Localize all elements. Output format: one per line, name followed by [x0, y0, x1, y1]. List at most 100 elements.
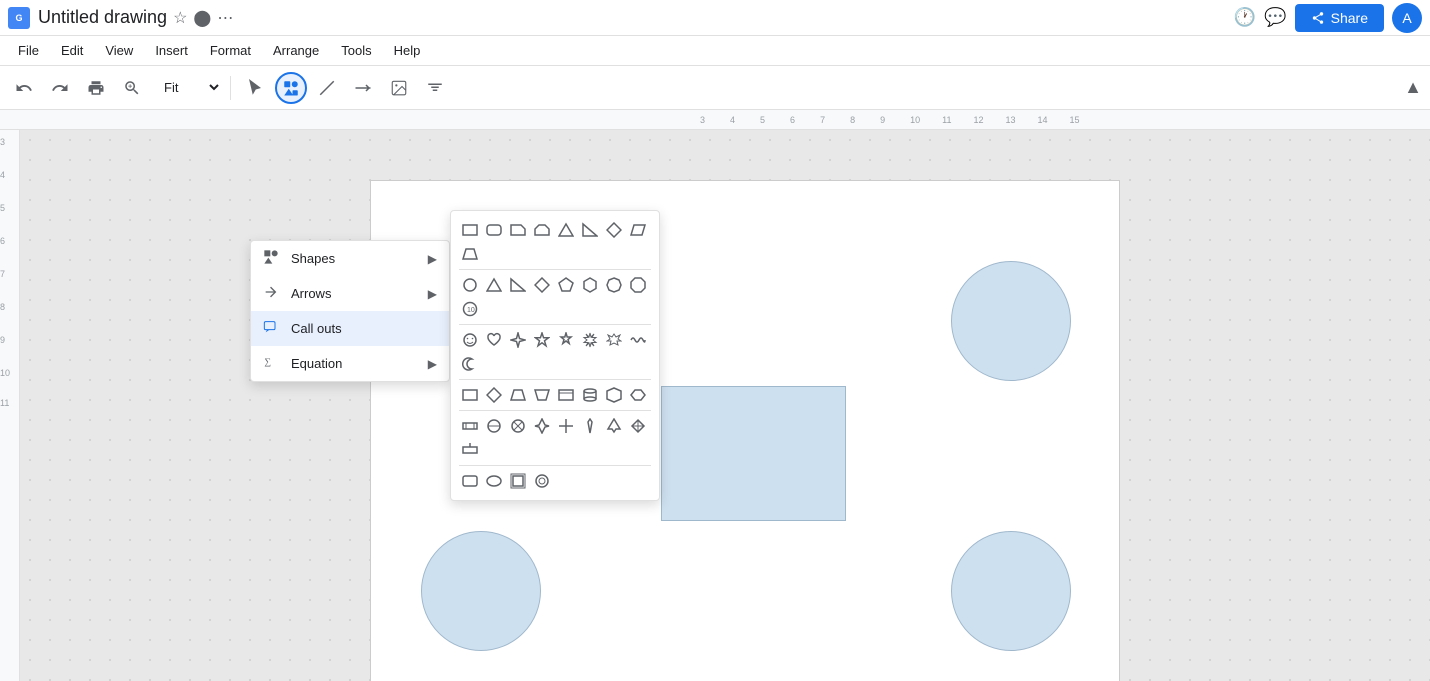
shape-last2-btn[interactable]	[483, 470, 505, 492]
dropdown-shapes[interactable]: Shapes ▶	[251, 241, 449, 276]
shapes-divider-5	[459, 465, 651, 466]
shape-diam2-btn[interactable]	[531, 274, 553, 296]
shape-trapezoid-btn[interactable]	[459, 243, 481, 265]
app-icon: G	[8, 7, 30, 29]
titlebar: G Untitled drawing ☆ ⬤ ⋯ 🕐 💬 Share A	[0, 0, 1430, 36]
shape-last1-btn[interactable]	[459, 470, 481, 492]
shape-heart-btn[interactable]	[483, 329, 505, 351]
shape-triangle-btn[interactable]	[555, 219, 577, 241]
avatar[interactable]: A	[1392, 3, 1422, 33]
shape-circle-br[interactable]	[951, 531, 1071, 651]
shape-star5-btn[interactable]	[531, 329, 553, 351]
menu-file[interactable]: File	[8, 39, 49, 62]
shape-snip2-btn[interactable]	[531, 219, 553, 241]
shape-extra1-btn[interactable]	[459, 415, 481, 437]
shape-penta-btn[interactable]	[555, 274, 577, 296]
star-icon[interactable]: ☆	[173, 8, 187, 28]
ruler: 3 4 5 6 7 8 9 10 11 12 13 14 15	[0, 110, 1430, 130]
shape-flow3-btn[interactable]	[507, 384, 529, 406]
canvas-area[interactable]: Shapes ▶ Arrows ▶ Call outs	[20, 130, 1430, 681]
menu-format[interactable]: Format	[200, 39, 261, 62]
chat-icon[interactable]: 💬	[1264, 7, 1286, 28]
shape-deca-btn[interactable]: 10	[459, 298, 481, 320]
shape-star4-btn[interactable]	[507, 329, 529, 351]
zoom-select[interactable]: Fit 50% 75% 100% 125% 150% 200%	[152, 75, 222, 100]
dropdown-callouts[interactable]: Call outs	[251, 311, 449, 346]
menu-edit[interactable]: Edit	[51, 39, 93, 62]
shape-rect-center[interactable]	[661, 386, 846, 521]
shape-extra7-btn[interactable]	[603, 415, 625, 437]
dropdown-arrows-label: Arrows	[291, 286, 331, 301]
dropdown-callouts-label: Call outs	[291, 321, 342, 336]
menu-view[interactable]: View	[95, 39, 143, 62]
undo-button[interactable]	[8, 72, 40, 104]
more-icon[interactable]: ⋯	[217, 8, 233, 28]
shape-rtri2-btn[interactable]	[507, 274, 529, 296]
shape-rect-btn[interactable]	[459, 219, 481, 241]
image-button[interactable]	[383, 72, 415, 104]
menu-help[interactable]: Help	[384, 39, 431, 62]
shape-flow1-btn[interactable]	[459, 384, 481, 406]
shape-circle-btn[interactable]	[459, 274, 481, 296]
shape-star6-btn[interactable]	[555, 329, 577, 351]
shape-extra5-btn[interactable]	[555, 415, 577, 437]
print-button[interactable]	[80, 72, 112, 104]
drive-icon[interactable]: ⬤	[193, 8, 211, 28]
shape-circle-tr[interactable]	[951, 261, 1071, 381]
shape-roundrect-btn[interactable]	[483, 219, 505, 241]
dropdown-arrows[interactable]: Arrows ▶	[251, 276, 449, 311]
divider-1	[230, 76, 231, 100]
shape-moon-btn[interactable]	[459, 353, 481, 375]
line-button[interactable]	[311, 72, 343, 104]
history-icon[interactable]: 🕐	[1234, 7, 1256, 28]
shape-circle-bl[interactable]	[421, 531, 541, 651]
shape-flow7-btn[interactable]	[603, 384, 625, 406]
shape-flow2-btn[interactable]	[483, 384, 505, 406]
redo-button[interactable]	[44, 72, 76, 104]
shapes-divider-2	[459, 324, 651, 325]
menu-tools[interactable]: Tools	[331, 39, 381, 62]
shape-parallelogram-btn[interactable]	[627, 219, 649, 241]
shape-star8-btn[interactable]	[579, 329, 601, 351]
shape-extra8-btn[interactable]	[627, 415, 649, 437]
menu-insert[interactable]: Insert	[145, 39, 198, 62]
dropdown-shapes-label: Shapes	[291, 251, 335, 266]
shape-tri2-btn[interactable]	[483, 274, 505, 296]
shape-bang-btn[interactable]	[603, 329, 625, 351]
zoom-in-button[interactable]	[116, 72, 148, 104]
menubar: File Edit View Insert Format Arrange Too…	[0, 36, 1430, 66]
connector-button[interactable]	[347, 72, 379, 104]
title-section: Untitled drawing ☆ ⬤ ⋯	[38, 7, 1226, 28]
menu-arrange[interactable]: Arrange	[263, 39, 329, 62]
collapse-button[interactable]: ▲	[1404, 77, 1422, 98]
shape-extra9-btn[interactable]	[459, 439, 481, 461]
shape-rtriangle-btn[interactable]	[579, 219, 601, 241]
shape-flow5-btn[interactable]	[555, 384, 577, 406]
equation-icon: ∑	[263, 354, 281, 373]
shape-hexa-btn[interactable]	[579, 274, 601, 296]
text-button[interactable]	[419, 72, 451, 104]
shape-extra4-btn[interactable]	[531, 415, 553, 437]
shape-extra2-btn[interactable]	[483, 415, 505, 437]
shapes-divider-3	[459, 379, 651, 380]
dropdown-equation[interactable]: ∑ Equation ▶	[251, 346, 449, 381]
shape-snip-btn[interactable]	[507, 219, 529, 241]
shape-wave-btn[interactable]	[627, 329, 649, 351]
shape-flow8-btn[interactable]	[627, 384, 649, 406]
shapes-button[interactable]	[275, 72, 307, 104]
shape-smiley-btn[interactable]	[459, 329, 481, 351]
shape-extra6-btn[interactable]	[579, 415, 601, 437]
shape-octa-btn[interactable]	[627, 274, 649, 296]
shape-last3-btn[interactable]	[507, 470, 529, 492]
svg-text:10: 10	[467, 307, 475, 314]
shape-diamond-btn[interactable]	[603, 219, 625, 241]
shape-extra3-btn[interactable]	[507, 415, 529, 437]
shape-flow4-btn[interactable]	[531, 384, 553, 406]
select-button[interactable]	[239, 72, 271, 104]
shape-hepta-btn[interactable]	[603, 274, 625, 296]
shapes-dropdown: Shapes ▶ Arrows ▶ Call outs	[250, 240, 450, 382]
doc-title[interactable]: Untitled drawing	[38, 7, 167, 28]
shape-flow6-btn[interactable]	[579, 384, 601, 406]
share-button[interactable]: Share	[1295, 4, 1384, 32]
shape-last4-btn[interactable]	[531, 470, 553, 492]
